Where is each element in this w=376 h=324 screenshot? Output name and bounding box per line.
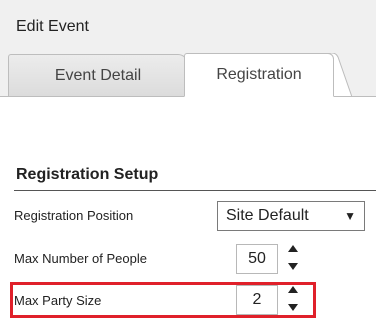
tab-label: Event Detail	[54, 66, 142, 84]
registration-position-select[interactable]: Site Default ▼	[217, 201, 365, 231]
decrement-icon[interactable]	[288, 263, 298, 270]
max-party-spinner[interactable]	[286, 284, 300, 314]
select-value: Site Default	[226, 207, 309, 224]
dialog-title: Edit Event	[16, 18, 89, 35]
max-people-input[interactable]: 50	[236, 244, 278, 274]
max-people-label: Max Number of People	[14, 251, 147, 266]
max-people-spinner[interactable]	[286, 243, 300, 273]
increment-icon[interactable]	[288, 286, 298, 293]
section-title: Registration Setup	[16, 166, 159, 183]
tab-event-detail[interactable]: Event Detail	[8, 54, 188, 96]
tab-label: Registration	[216, 66, 302, 83]
decrement-icon[interactable]	[288, 304, 298, 311]
tab-registration[interactable]: Registration	[184, 53, 334, 97]
section-divider	[14, 190, 376, 191]
dialog-header: Edit Event Event Detail Registration	[0, 0, 376, 97]
max-party-input[interactable]: 2	[236, 285, 278, 315]
max-party-label: Max Party Size	[14, 293, 102, 308]
registration-position-label: Registration Position	[14, 208, 134, 223]
increment-icon[interactable]	[288, 245, 298, 252]
dropdown-arrow-icon: ▼	[344, 209, 356, 223]
